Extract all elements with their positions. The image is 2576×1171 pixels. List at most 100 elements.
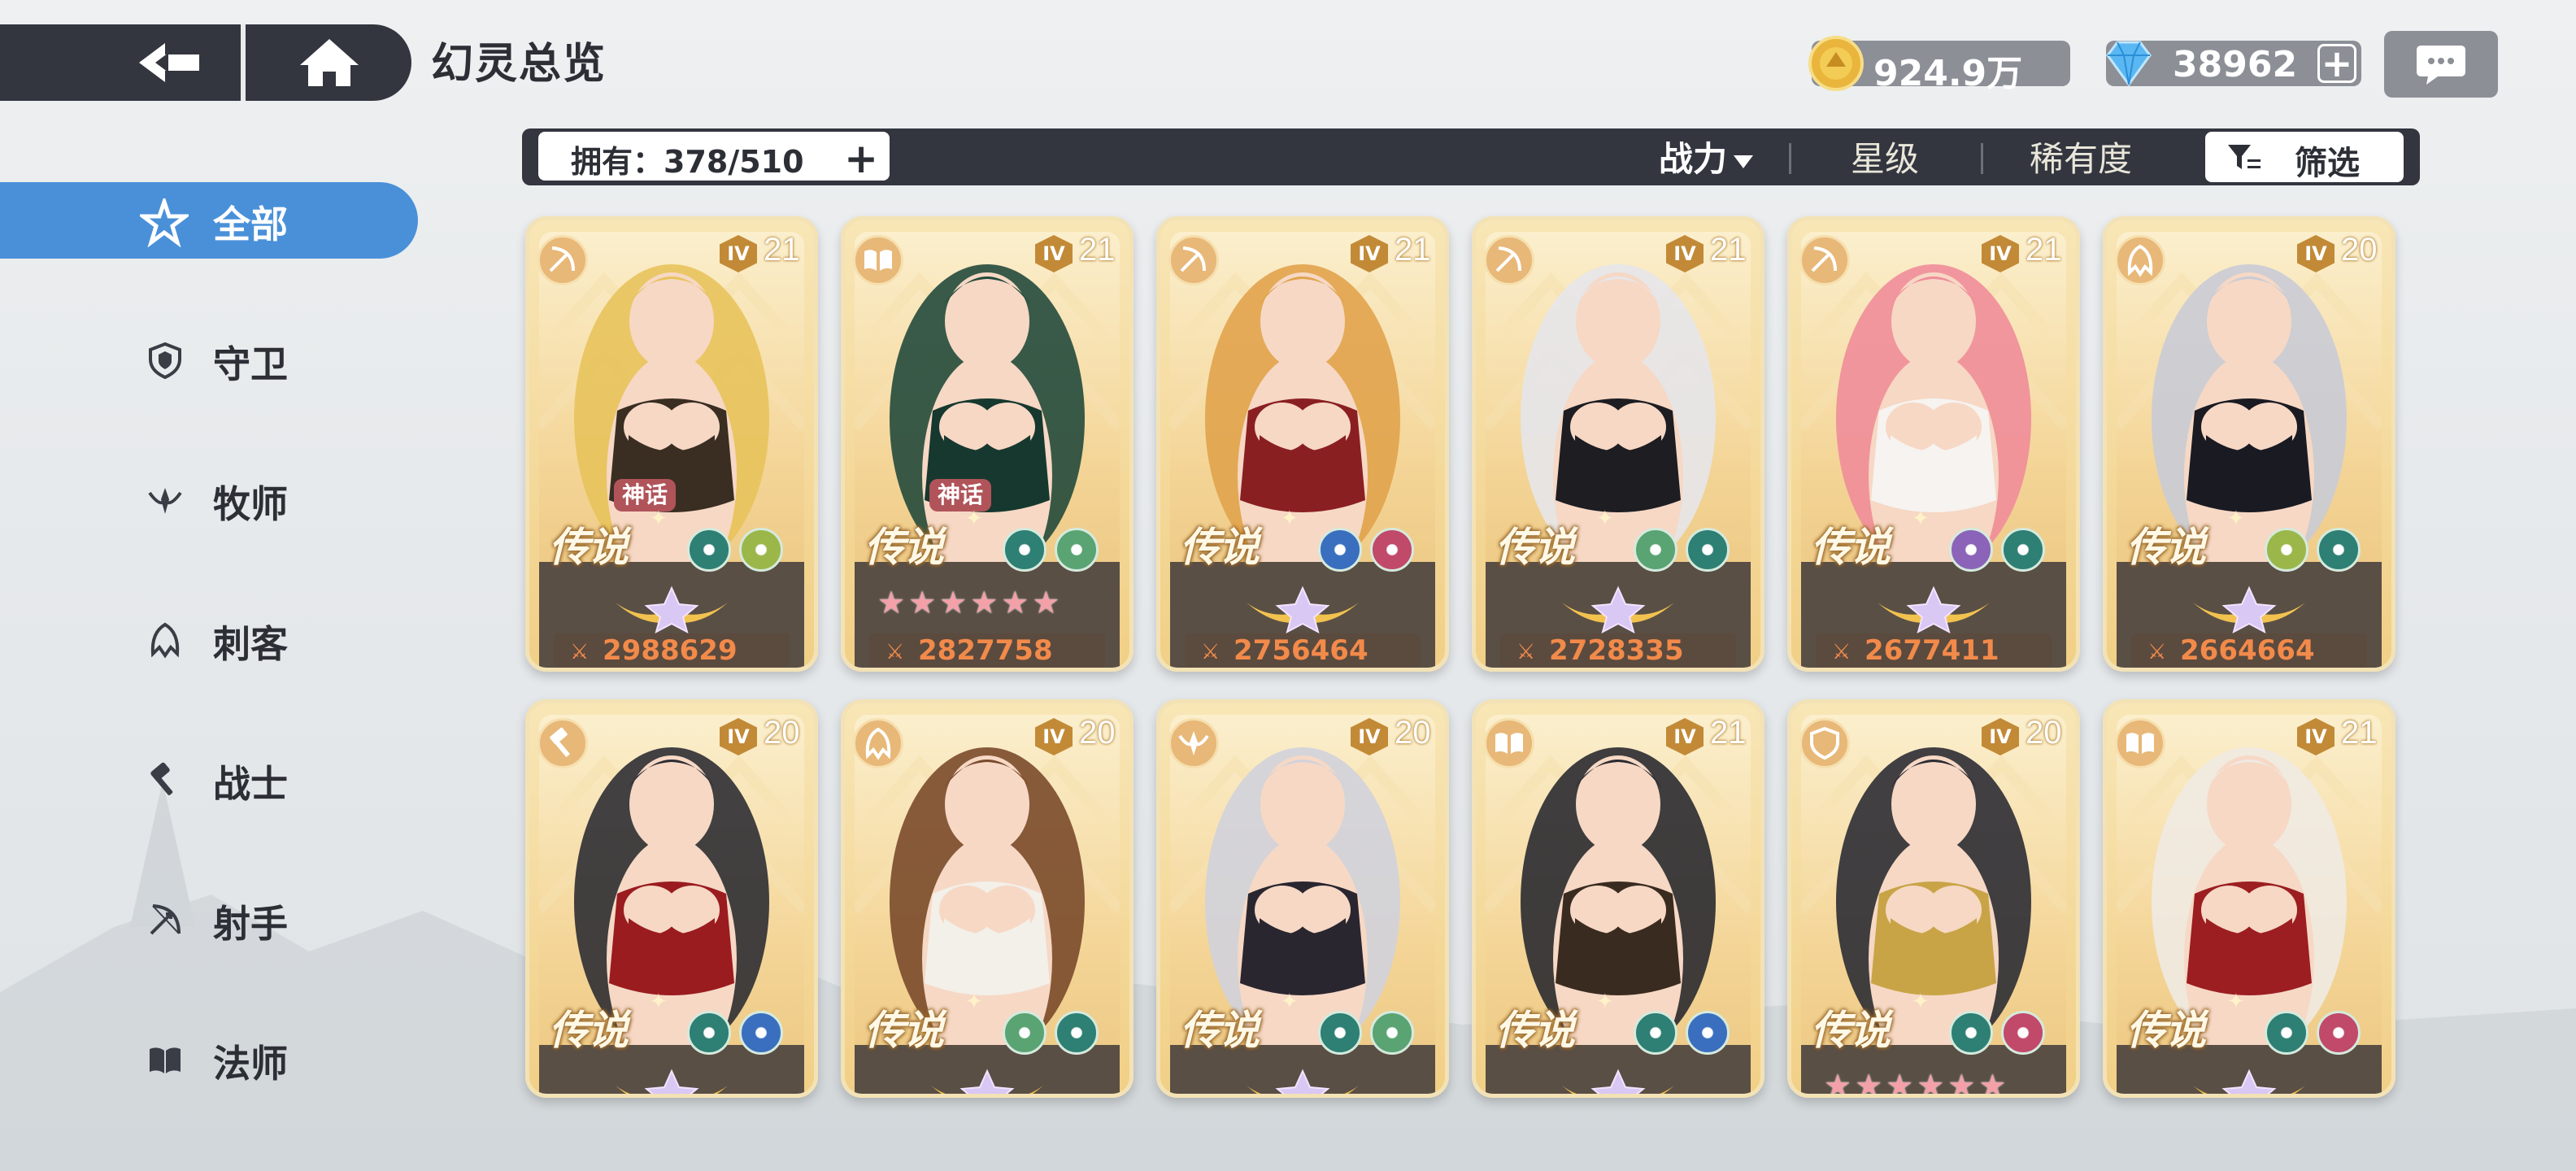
sidebar-item-label: 全部	[213, 202, 288, 246]
element-icon	[1370, 528, 1414, 572]
add-gems-button[interactable]: +	[2317, 41, 2356, 85]
sort-divider	[1981, 143, 1983, 174]
chat-button[interactable]	[2384, 31, 2498, 98]
home-icon	[300, 39, 359, 86]
all-classes-icon	[140, 198, 189, 247]
warrior-class-icon	[537, 718, 588, 768]
sidebar-item-guard[interactable]: 守卫	[0, 322, 418, 398]
hero-card[interactable]: IV 21 传说 ✦ ⚔ 2728335	[1472, 216, 1764, 672]
home-button[interactable]	[293, 36, 366, 89]
archer-class-icon	[537, 235, 588, 285]
element-icon	[2317, 528, 2361, 572]
rarity-label: 传说	[1811, 1007, 1891, 1054]
combat-power: 2664664	[2180, 634, 2315, 667]
hero-card[interactable]: IV 20 传说 ✦ ⚔ 2664664	[2103, 216, 2395, 672]
sidebar-item-warrior[interactable]: 战士	[0, 742, 418, 818]
rarity-label: 传说	[1495, 1007, 1575, 1054]
rarity-plus-icon: ✦	[1912, 507, 1930, 531]
hero-level: 20	[1079, 715, 1116, 751]
gold-coin-icon	[1808, 36, 1864, 91]
warrior-hammer-icon	[150, 762, 173, 795]
element-icon	[1634, 528, 1677, 572]
element-icon	[2265, 1011, 2308, 1055]
hero-level: 20	[1395, 715, 1431, 751]
winged-star-icon	[1878, 586, 1990, 633]
combat-power: 2756464	[1234, 634, 1368, 667]
hero-card[interactable]: IV 21 传说 ✦	[1472, 699, 1764, 1098]
star-rating-icon: ★★★★★★	[1824, 1068, 2010, 1098]
sidebar-item-all[interactable]: 全部	[0, 182, 418, 259]
back-button[interactable]	[122, 36, 216, 89]
combat-power: 2677411	[1865, 634, 1999, 667]
sort-by-rarity[interactable]: 稀有度	[2030, 132, 2132, 181]
hero-level: 20	[764, 715, 800, 751]
hero-level: 21	[764, 232, 800, 268]
sort-by-star[interactable]: 星级	[1851, 132, 1919, 181]
rarity-label: 传说	[2126, 1007, 2206, 1054]
element-icon	[739, 1011, 783, 1055]
power-bar: ⚔ 2728335	[1500, 633, 1736, 668]
element-icon	[1003, 528, 1046, 572]
filter-button[interactable]: 筛选	[2205, 132, 2404, 182]
winged-star-icon	[616, 1069, 728, 1094]
owned-count-box: 拥有：378/510 +	[538, 132, 890, 182]
rarity-label: 传说	[549, 524, 629, 571]
sort-divider	[1789, 143, 1791, 174]
plus-icon: +	[2321, 41, 2353, 85]
sort-by-power[interactable]: 战力	[1659, 132, 1754, 181]
hero-card[interactable]: IV 21 传说 ✦ ⚔ 2756464	[1156, 216, 1449, 672]
element-icon	[687, 1011, 731, 1055]
element-icon	[1055, 1011, 1099, 1055]
sidebar-item-label: 射手	[213, 902, 288, 946]
power-bar: ⚔ 2827758	[869, 633, 1105, 668]
rarity-plus-icon: ✦	[965, 990, 983, 1014]
winged-star-icon	[1562, 1069, 1674, 1094]
sidebar-item-label: 法师	[213, 1042, 288, 1086]
priest-class-icon	[1168, 718, 1219, 768]
hero-level: 21	[1079, 232, 1116, 268]
sidebar-item-priest[interactable]: 牧师	[0, 462, 418, 538]
winged-star-icon	[1247, 1069, 1359, 1094]
rarity-plus-icon: ✦	[965, 507, 983, 531]
winged-star-icon	[931, 1069, 1043, 1094]
hero-card[interactable]: IV 21 神话 传说 ✦ ⚔ 2988629	[525, 216, 818, 672]
element-icon	[2317, 1011, 2361, 1055]
guard-shield-icon	[149, 342, 181, 379]
hero-card[interactable]: IV 21 传说 ✦	[2103, 699, 2395, 1098]
winged-star-icon	[2193, 586, 2305, 633]
rarity-label: 传说	[1180, 1007, 1260, 1054]
rarity-label: 传说	[1180, 524, 1260, 571]
winged-star-icon	[1562, 586, 1674, 633]
element-icon	[687, 528, 731, 572]
expand-capacity-button[interactable]: +	[844, 135, 878, 182]
crossed-swords-icon: ⚔	[1201, 640, 1221, 664]
crossed-swords-icon: ⚔	[2147, 640, 2167, 664]
hero-card[interactable]: IV 20 传说 ✦	[525, 699, 818, 1098]
archer-class-icon	[1799, 235, 1850, 285]
power-bar: ⚔ 2677411	[1816, 633, 2052, 668]
hero-level: 21	[1710, 232, 1747, 268]
combat-power: 2827758	[918, 634, 1053, 667]
hero-card[interactable]: IV 20 传说 ✦	[1156, 699, 1449, 1098]
hero-card[interactable]: IV 20 传说 ✦ ★★★★★★	[1787, 699, 2080, 1098]
element-icon	[1949, 528, 1993, 572]
hero-card[interactable]: IV 21 神话 传说 ✦ ★★★★★★ ⚔ 2827758	[841, 216, 1134, 672]
filter-funnel-icon	[2228, 145, 2261, 169]
element-icon	[1318, 1011, 1362, 1055]
element-icon	[739, 528, 783, 572]
back-arrow-icon	[139, 43, 199, 82]
hero-level: 20	[2026, 715, 2062, 751]
sidebar-item-assassin[interactable]: 刺客	[0, 602, 418, 678]
mage-class-icon	[1484, 718, 1534, 768]
power-bar: ⚔ 2756464	[1185, 633, 1421, 668]
hero-card[interactable]: IV 20 传说 ✦	[841, 699, 1134, 1098]
hero-card[interactable]: IV 21 传说 ✦ ⚔ 2677411	[1787, 216, 2080, 672]
element-icon	[1003, 1011, 1046, 1055]
gold-currency: 924.9万	[1808, 36, 2070, 94]
element-icon	[1634, 1011, 1677, 1055]
sidebar-item-mage[interactable]: 法师	[0, 1021, 418, 1098]
rarity-label: 传说	[1495, 524, 1575, 571]
sidebar-item-archer[interactable]: 射手	[0, 882, 418, 958]
winged-star-icon	[616, 586, 728, 633]
rarity-plus-icon: ✦	[1281, 507, 1299, 531]
